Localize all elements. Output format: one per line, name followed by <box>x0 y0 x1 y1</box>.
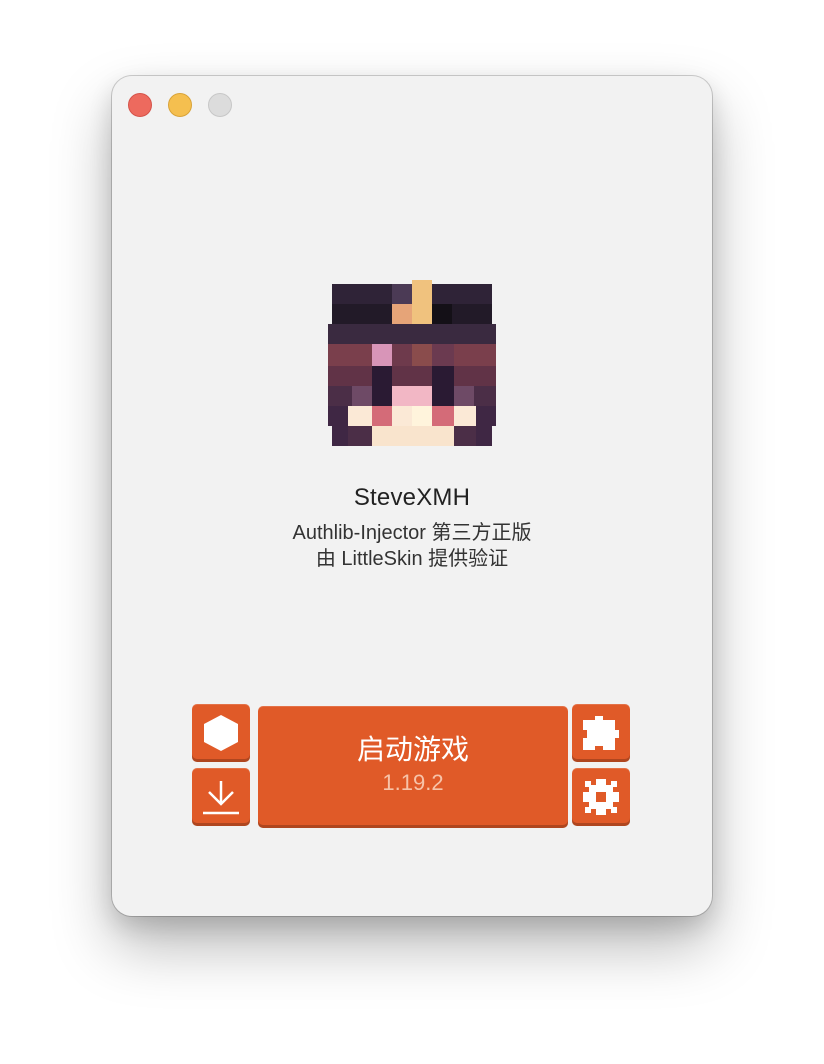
launch-game-button[interactable]: 启动游戏 1.19.2 <box>258 706 568 828</box>
version-label: 1.19.2 <box>382 770 444 795</box>
version-cube-icon <box>204 715 238 751</box>
minimize-window-button[interactable] <box>168 93 192 117</box>
mods-button[interactable] <box>572 704 630 762</box>
player-head-skin <box>328 280 496 446</box>
auth-type-label: Authlib-Injector 第三方正版 <box>292 522 532 544</box>
zoom-window-button[interactable] <box>208 93 232 117</box>
gear-icon <box>583 779 619 815</box>
version-select-button[interactable] <box>192 704 250 762</box>
close-window-button[interactable] <box>128 93 152 117</box>
auth-provider-label: 由 LittleSkin 提供验证 <box>315 548 509 570</box>
puzzle-icon <box>583 716 619 750</box>
launch-label: 启动游戏 <box>356 734 469 765</box>
download-icon <box>203 781 239 815</box>
settings-button[interactable] <box>572 768 630 826</box>
player-avatar[interactable] <box>328 280 496 448</box>
window-controls <box>128 93 232 117</box>
username-label: SteveXMH <box>353 484 471 511</box>
launcher-window: SteveXMH Authlib-Injector 第三方正版 由 Little… <box>112 76 712 916</box>
download-button[interactable] <box>192 768 250 826</box>
